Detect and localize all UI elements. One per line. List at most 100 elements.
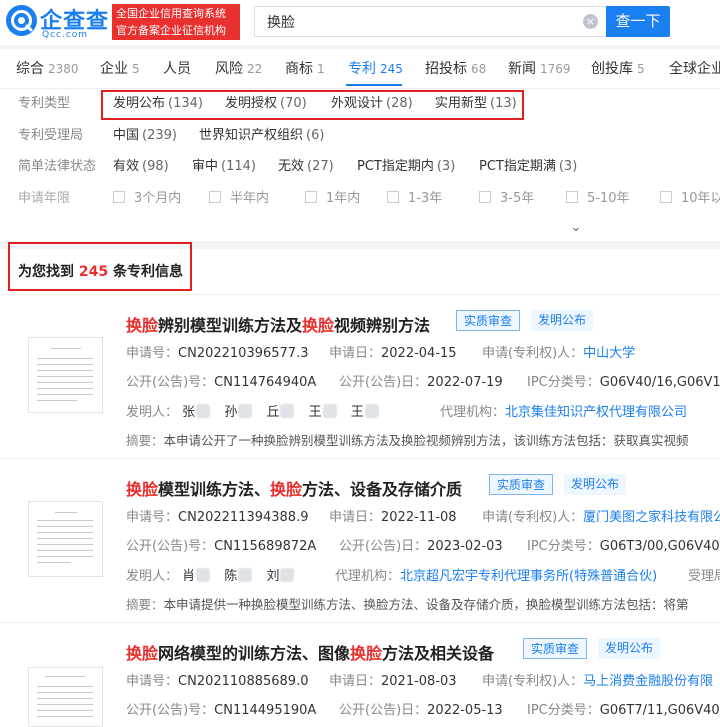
- checkbox[interactable]: [387, 191, 399, 203]
- year-option[interactable]: 3个月内: [113, 188, 181, 210]
- tab-label: 创投库: [591, 61, 633, 77]
- filter-option[interactable]: 世界知识产权组织 (6): [199, 125, 324, 147]
- filter-row-years: 申请年限 3个月内 半年内 1年内 1-3年 3-5年 5-10年 10年以上: [18, 188, 720, 210]
- tab-count: 22: [247, 62, 263, 76]
- applicant: 申请(专利权)人：马上消费金融股份有限: [482, 674, 714, 689]
- application-number: 申请号：CN202110885689.0: [126, 674, 309, 689]
- inventor-link[interactable]: 陈: [224, 569, 237, 584]
- tab-count: 5: [132, 62, 140, 76]
- patent-thumbnail[interactable]: [28, 337, 103, 413]
- search-box: ×: [254, 6, 606, 37]
- checkbox[interactable]: [566, 191, 578, 203]
- brand-domain: Qcc.com: [42, 30, 89, 40]
- slogan-line-2: 官方备案企业征信机构: [116, 24, 226, 37]
- slogan-line-1: 全国企业信用查询系统: [116, 7, 226, 20]
- publish-tag: 发明公布: [564, 474, 627, 495]
- tab-trademark[interactable]: 商标 1: [285, 49, 325, 88]
- tab-people[interactable]: 人员: [163, 49, 191, 88]
- application-number: 申请号：CN202211394388.9: [126, 510, 309, 525]
- checkbox[interactable]: [209, 191, 221, 203]
- publication-date: 公开(公告)日：2022-07-19: [339, 375, 503, 390]
- patent-thumbnail[interactable]: [28, 667, 103, 727]
- checkbox[interactable]: [113, 191, 125, 203]
- inventors: 发明人： 肖 陈 刘: [126, 565, 295, 584]
- tab-count: 5: [637, 62, 645, 76]
- tab-news[interactable]: 新闻 1769: [508, 49, 571, 88]
- year-option[interactable]: 半年内: [209, 188, 269, 210]
- filter-label: 简单法律状态: [18, 159, 97, 174]
- applicant-link[interactable]: 马上消费金融股份有限: [583, 674, 713, 689]
- filter-option[interactable]: 有效 (98): [113, 156, 169, 178]
- patent-title[interactable]: 换脸辨别模型训练方法及换脸视频辨别方法: [126, 312, 430, 336]
- inventor-link[interactable]: 肖: [182, 569, 195, 584]
- agency-link[interactable]: 北京超凡宏宇专利代理事务所(特殊普通合伙): [400, 569, 657, 584]
- inventor-link[interactable]: 王: [309, 405, 322, 420]
- tab-label: 新闻: [508, 61, 536, 77]
- tab-patent[interactable]: 专利 245: [348, 49, 403, 88]
- inventors: 发明人： 张 孙 丘 王 王: [126, 401, 379, 420]
- year-option[interactable]: 3-5年: [479, 188, 534, 210]
- applicant-link[interactable]: 厦门美图之家科技有限公: [583, 510, 720, 525]
- applicant: 申请(专利权)人：厦门美图之家科技有限公: [482, 506, 720, 525]
- checkbox[interactable]: [660, 191, 672, 203]
- inventor-link[interactable]: 孙: [224, 405, 237, 420]
- tab-global[interactable]: 全球企业: [669, 49, 720, 88]
- tab-label: 风险: [215, 61, 243, 77]
- result-tabs: 综合 2380 企业 5 人员 风险 22 商标 1 专利 245 招投标 68 新闻 176…: [0, 49, 720, 89]
- tab-count: 68: [471, 62, 487, 76]
- tab-label: 商标: [285, 61, 313, 77]
- search-input[interactable]: [255, 7, 579, 36]
- filter-label: 专利受理局: [18, 128, 84, 143]
- tab-label: 全球企业: [669, 61, 720, 77]
- inventor-link[interactable]: 王: [351, 405, 364, 420]
- applicant-link[interactable]: 中山大学: [583, 346, 635, 361]
- tab-count: 1: [317, 62, 325, 76]
- tab-risk[interactable]: 风险 22: [215, 49, 262, 88]
- application-date: 申请日：2022-04-15: [329, 346, 457, 361]
- tab-label: 专利: [348, 61, 376, 77]
- publication-number: 公开(公告)号：CN114764940A: [126, 375, 317, 390]
- qcc-logo-icon[interactable]: [6, 5, 37, 36]
- inventor-link[interactable]: 刘: [266, 569, 279, 584]
- tab-count: 245: [380, 62, 403, 76]
- checkbox[interactable]: [479, 191, 491, 203]
- filter-option[interactable]: PCT指定期内 (3): [357, 156, 455, 178]
- tab-venture[interactable]: 创投库 5: [591, 49, 645, 88]
- tab-count: 2380: [48, 62, 79, 76]
- checkbox[interactable]: [305, 191, 317, 203]
- year-option[interactable]: 1年内: [305, 188, 360, 210]
- filter-option[interactable]: 审中 (114): [192, 156, 256, 178]
- clear-icon[interactable]: ×: [583, 14, 598, 29]
- tab-company[interactable]: 企业 5: [100, 49, 140, 88]
- review-tag: 实质审查: [489, 474, 554, 495]
- expand-filters-chevron-icon[interactable]: ⌄: [540, 215, 612, 241]
- filter-label: 申请年限: [18, 191, 71, 206]
- patent-item: 换脸辨别模型训练方法及换脸视频辨别方法 实质审查 发明公布 申请号：CN2022…: [0, 294, 720, 458]
- tab-bidding[interactable]: 招投标 68: [425, 49, 486, 88]
- inventor-link[interactable]: 张: [182, 405, 195, 420]
- review-tag: 实质审查: [456, 310, 521, 331]
- filter-option[interactable]: 无效 (27): [278, 156, 334, 178]
- agency-link[interactable]: 北京集佳知识产权代理有限公司: [505, 405, 687, 420]
- year-option[interactable]: 10年以上: [660, 188, 720, 210]
- filter-option[interactable]: PCT指定期满 (3): [479, 156, 577, 178]
- patent-item: 换脸模型训练方法、换脸方法、设备及存储介质 实质审查 发明公布 申请号：CN20…: [0, 458, 720, 622]
- publish-tag: 发明公布: [531, 310, 594, 331]
- tab-comprehensive[interactable]: 综合 2380: [16, 49, 79, 88]
- highlight-box: [101, 90, 524, 120]
- application-date: 申请日：2022-11-08: [329, 510, 457, 525]
- search-button[interactable]: 查一下: [606, 6, 670, 37]
- patent-title[interactable]: 换脸网络模型的训练方法、图像换脸方法及相关设备: [126, 640, 494, 664]
- top-bar: 企查查 Qcc.com 全国企业信用查询系统 官方备案企业征信机构 × 查一下: [0, 0, 720, 45]
- application-date: 申请日：2021-08-03: [329, 674, 457, 689]
- filter-label: 专利类型: [18, 96, 71, 111]
- publication-date: 公开(公告)日：2022-05-13: [339, 703, 503, 718]
- filter-option[interactable]: 中国 (239): [113, 125, 177, 147]
- tab-label: 招投标: [425, 61, 467, 77]
- agency: 代理机构：北京超凡宏宇专利代理事务所(特殊普通合伙): [335, 569, 658, 584]
- patent-title[interactable]: 换脸模型训练方法、换脸方法、设备及存储介质: [126, 476, 462, 500]
- patent-thumbnail[interactable]: [28, 501, 103, 577]
- year-option[interactable]: 1-3年: [387, 188, 442, 210]
- year-option[interactable]: 5-10年: [566, 188, 630, 210]
- inventor-link[interactable]: 丘: [266, 405, 279, 420]
